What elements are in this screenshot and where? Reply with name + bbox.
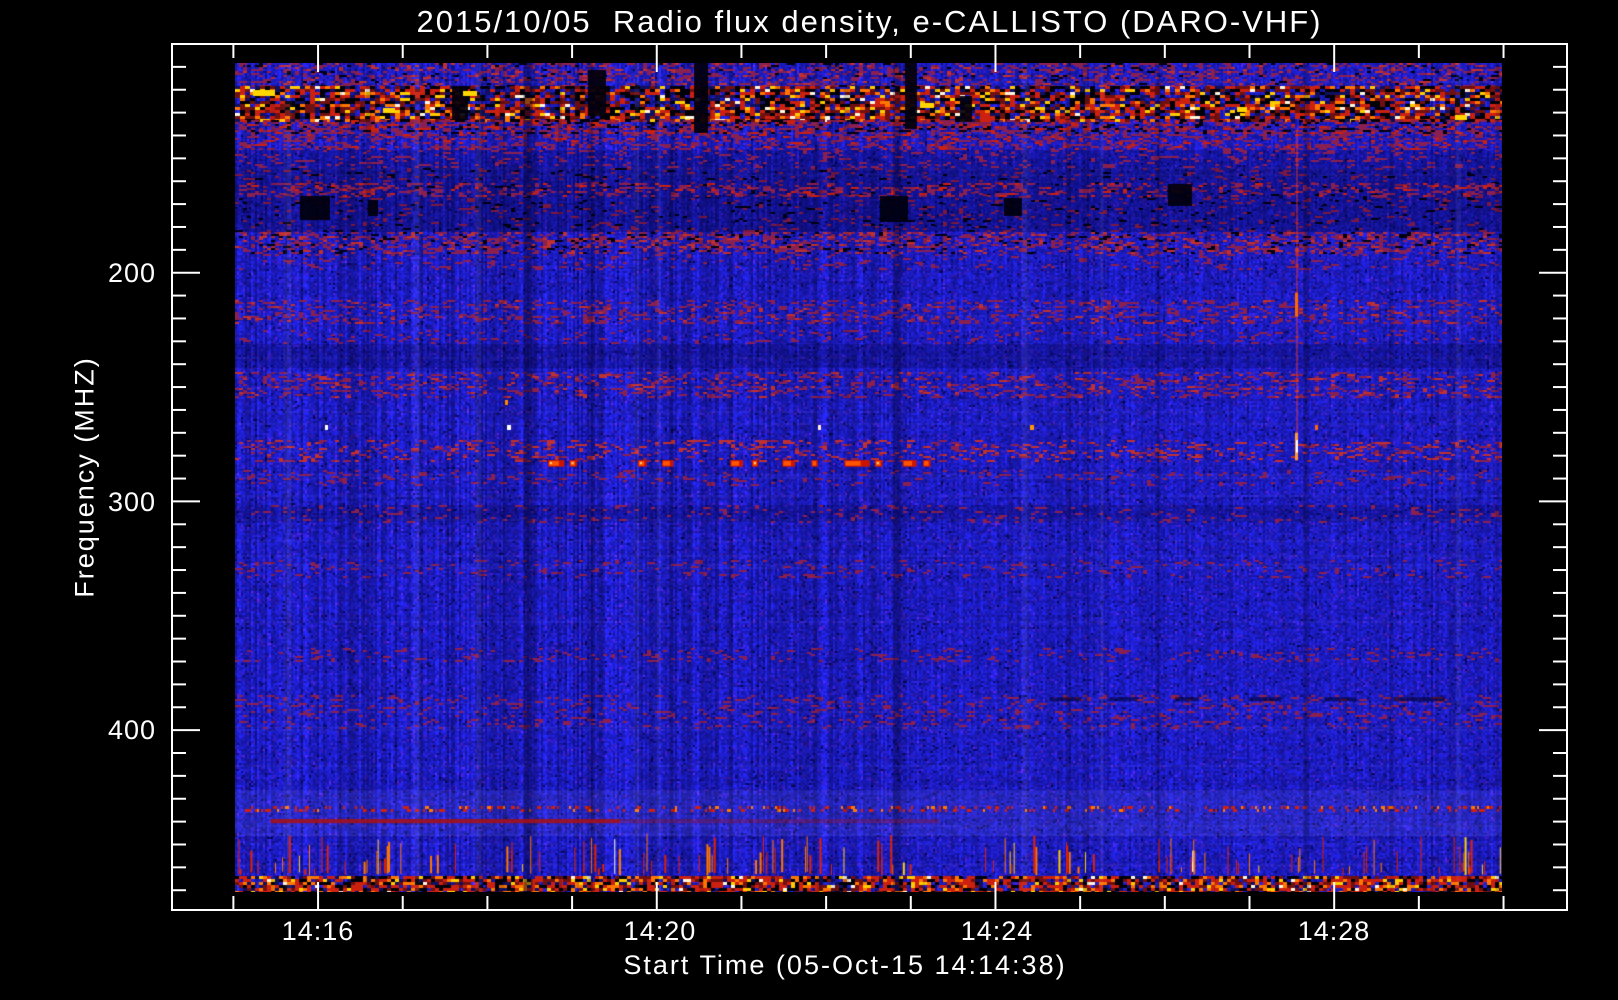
spectrogram-figure: 2015/10/05 Radio flux density, e-CALLIST…: [0, 0, 1618, 1000]
x-tick-label: 14:16: [281, 916, 355, 946]
y-tick-label: 400: [107, 715, 156, 746]
x-axis-label: Start Time (05-Oct-15 14:14:38): [623, 950, 1067, 980]
axes-frame: [171, 43, 1568, 911]
y-tick-label: 200: [107, 257, 156, 288]
x-tick-label: 14:28: [1297, 916, 1371, 946]
x-tick-label: 14:20: [623, 916, 697, 946]
x-tick-label: 14:24: [960, 916, 1034, 946]
y-tick-label: 300: [107, 486, 156, 517]
